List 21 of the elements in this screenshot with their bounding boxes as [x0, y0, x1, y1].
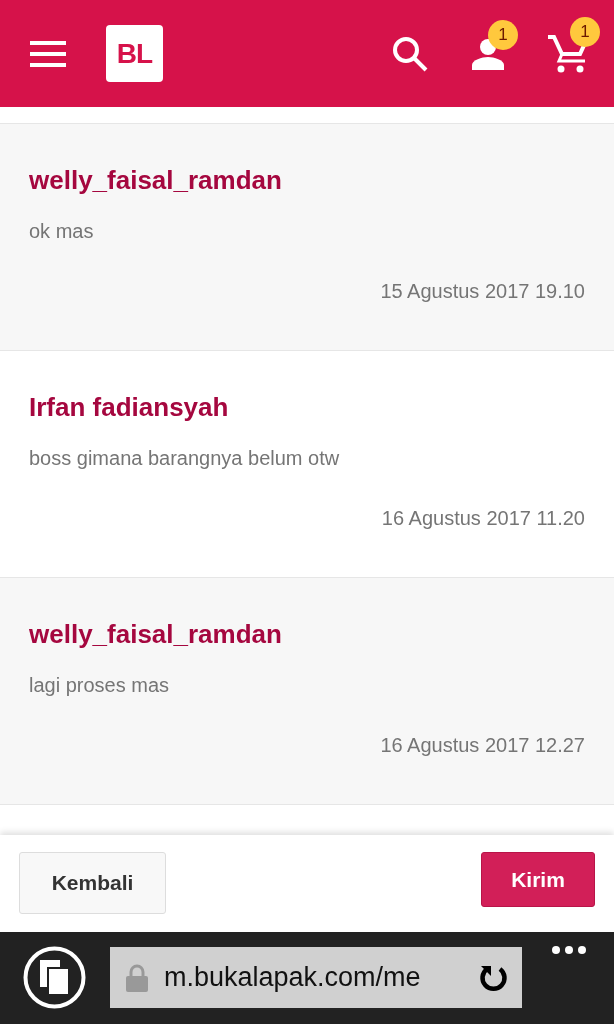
more-icon[interactable] [552, 946, 586, 954]
sender-name: welly_faisal_ramdan [29, 618, 283, 651]
search-icon[interactable] [392, 35, 428, 72]
tabs-icon[interactable] [23, 946, 86, 1009]
message-text: lagi proses mas [29, 673, 171, 697]
message-text: ok mas [29, 219, 95, 243]
message-time: 16 Agustus 2017 12.27 [380, 733, 585, 757]
url-text: m.bukalapak.com/me [164, 962, 422, 993]
message-time: 15 Agustus 2017 19.10 [380, 279, 585, 303]
lock-icon [126, 963, 148, 992]
back-button[interactable]: Kembali [19, 852, 166, 914]
address-bar[interactable]: m.bukalapak.com/me [110, 947, 522, 1008]
logo[interactable]: BL [106, 25, 163, 82]
send-button[interactable]: Kirim [481, 852, 595, 907]
notification-badge: 1 [488, 19, 518, 50]
message-time: 16 Agustus 2017 11.20 [381, 506, 585, 530]
sender-name: Irfan fadiansyah [29, 391, 230, 424]
message-text: boss gimana barangnya belum otw [29, 446, 341, 470]
cart-count-badge: 1 [570, 16, 600, 47]
menu-icon[interactable] [30, 40, 66, 67]
sender-name: welly_faisal_ramdan [29, 164, 283, 197]
